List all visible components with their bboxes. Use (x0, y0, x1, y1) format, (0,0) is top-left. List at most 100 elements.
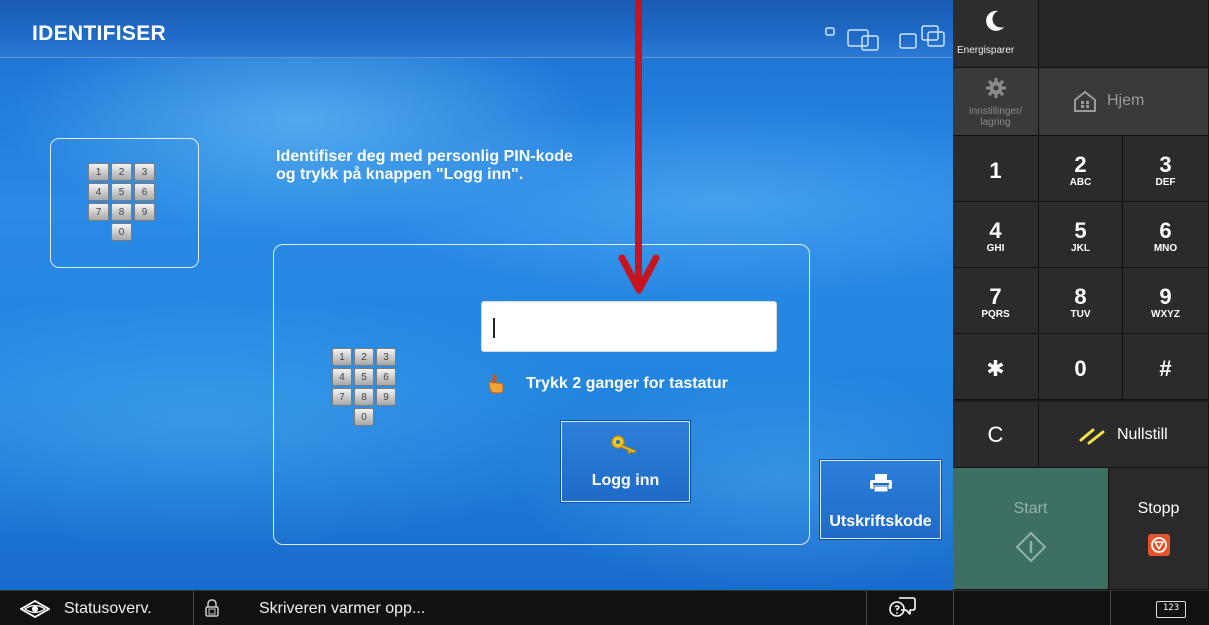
numpad-key[interactable]: 1 (953, 136, 1039, 202)
keypad-key: 7 (332, 388, 352, 406)
numpad-key[interactable]: 6 MNO (1123, 202, 1209, 268)
numpad-key-digit: 6 (1159, 218, 1172, 243)
keypad-key: 9 (134, 203, 155, 221)
keypad-key: 7 (88, 203, 109, 221)
status-monitor-button[interactable]: Statusoverv. (0, 591, 193, 625)
reset-button[interactable]: Nullstill (1039, 402, 1209, 468)
numpad-key-letters: TUV (1070, 309, 1091, 320)
keyboard-button[interactable]: 123 (1156, 601, 1186, 618)
stop-icon (1148, 534, 1170, 556)
status-message: Skriveren varmer opp... (259, 600, 426, 617)
numpad-key[interactable]: 2 ABC (1039, 136, 1123, 202)
instruction-text: Identifiser deg med personlig PIN-kode o… (276, 148, 573, 183)
home-icon (1074, 90, 1096, 112)
numpad-key-letters: MNO (1153, 243, 1178, 254)
numpad-key-letters: GHI (986, 243, 1005, 254)
energy-saver-label: Energisparer (957, 45, 1015, 56)
text-caret (493, 318, 495, 338)
keyboard-hint: Trykk 2 ganger for tastatur (526, 375, 728, 392)
numpad-key-letters: ABC (1069, 177, 1092, 188)
keypad-key: 3 (134, 163, 155, 181)
energy-saver-button[interactable]: Energisparer (953, 0, 1039, 68)
keypad-key: 9 (376, 388, 396, 406)
numpad-key-digit: 3 (1159, 152, 1172, 177)
lock-icon (205, 599, 219, 617)
numpad-key[interactable]: 7 PQRS (953, 268, 1039, 334)
numpad-key-letters: DEF (1155, 177, 1176, 188)
panel-blank (1039, 0, 1209, 68)
numpad-key[interactable]: 3 DEF (1123, 136, 1209, 202)
status-bar: Statusoverv. Skriveren varmer opp... 123 (0, 590, 1209, 625)
numpad-key-digit: 7 (989, 284, 1002, 309)
chat-icon[interactable] (888, 595, 916, 621)
keypad-key: 8 (111, 203, 132, 221)
keypad-key: 8 (354, 388, 374, 406)
keypad-key: 2 (111, 163, 132, 181)
numpad-key-digit: 4 (989, 218, 1002, 243)
clear-button[interactable]: C (953, 402, 1039, 468)
keypad-icon: 123 456 7890 (88, 163, 155, 241)
eye-icon (20, 600, 50, 618)
keypad-key: 2 (354, 348, 374, 366)
home-label: Hjem (1107, 92, 1145, 109)
settings-button[interactable]: Innstillinger/ lagring (953, 68, 1039, 136)
control-panel: Energisparer Innstillinger/ lagring Hjem… (953, 0, 1209, 590)
keypad-key: 5 (354, 368, 374, 386)
title-bar: IDENTIFISER (0, 0, 953, 58)
settings-label: Innstillinger/ lagring (968, 106, 1023, 128)
numpad-key-digit: 8 (1074, 284, 1087, 309)
keypad-key: 1 (332, 348, 352, 366)
numpad-key-letters: JKL (1071, 243, 1090, 254)
numpad-key[interactable]: 9 WXYZ (1123, 268, 1209, 334)
main-screen: IDENTIFISER 1234567890 Identifiser deg m… (0, 0, 953, 590)
divider (1110, 591, 1111, 625)
reset-icon (1079, 428, 1105, 445)
numpad-key-letters: PQRS (981, 309, 1010, 320)
numpad-key-digit: # (1159, 356, 1172, 381)
reset-label: Nullstill (1117, 426, 1168, 443)
clear-label: C (987, 422, 1004, 447)
numpad-key-digit: 9 (1159, 284, 1172, 309)
numpad-key[interactable]: 0 (1039, 334, 1123, 400)
login-button-label: Logg inn (591, 472, 660, 489)
print-code-label: Utskriftskode (829, 513, 932, 530)
divider (193, 591, 194, 625)
stop-button[interactable]: Stopp (1109, 468, 1209, 590)
numpad-key-digit: 5 (1074, 218, 1087, 243)
login-card: 123 456 7890 Trykk 2 ganger for tastatur L… (273, 244, 810, 545)
pin-input[interactable] (481, 301, 777, 352)
numpad-key-letters: WXYZ (1151, 309, 1180, 320)
keypad-icon: 123 456 7890 (332, 348, 396, 426)
status-monitor-label: Statusoverv. (64, 600, 152, 617)
keypad-key: 5 (111, 183, 132, 201)
login-button[interactable]: Logg inn (561, 421, 690, 502)
home-button[interactable]: Hjem (1039, 68, 1209, 136)
print-code-button[interactable]: Utskriftskode (820, 460, 941, 539)
keypad-key: 0 (111, 223, 132, 241)
key-icon (611, 435, 637, 454)
start-icon (1015, 531, 1047, 563)
arrow-annotation (618, 0, 660, 294)
page-title: IDENTIFISER (32, 22, 166, 45)
numpad-key[interactable]: 4 GHI (953, 202, 1039, 268)
numpad-key-digit: 0 (1074, 356, 1087, 381)
divider (953, 591, 954, 625)
pin-method-card[interactable]: 123 456 7890 (50, 138, 199, 268)
numpad-key-digit: 1 (989, 158, 1002, 183)
window-switch-icon[interactable] (820, 20, 950, 54)
numpad-key[interactable]: ✱ (953, 334, 1039, 400)
moon-icon (986, 10, 1004, 31)
keypad-key: 0 (354, 408, 374, 426)
start-label: Start (1013, 500, 1048, 517)
numpad-key[interactable]: # (1123, 334, 1209, 400)
keypad-key: 3 (376, 348, 396, 366)
start-button[interactable]: Start (953, 468, 1109, 590)
numpad-key[interactable]: 8 TUV (1039, 268, 1123, 334)
keypad-key: 4 (88, 183, 109, 201)
printer-icon (870, 474, 892, 493)
keypad-key: 4 (332, 368, 352, 386)
gear-icon (986, 78, 1006, 98)
keypad-key: 1 (88, 163, 109, 181)
numpad-key[interactable]: 5 JKL (1039, 202, 1123, 268)
pointing-hand-icon (488, 374, 504, 394)
